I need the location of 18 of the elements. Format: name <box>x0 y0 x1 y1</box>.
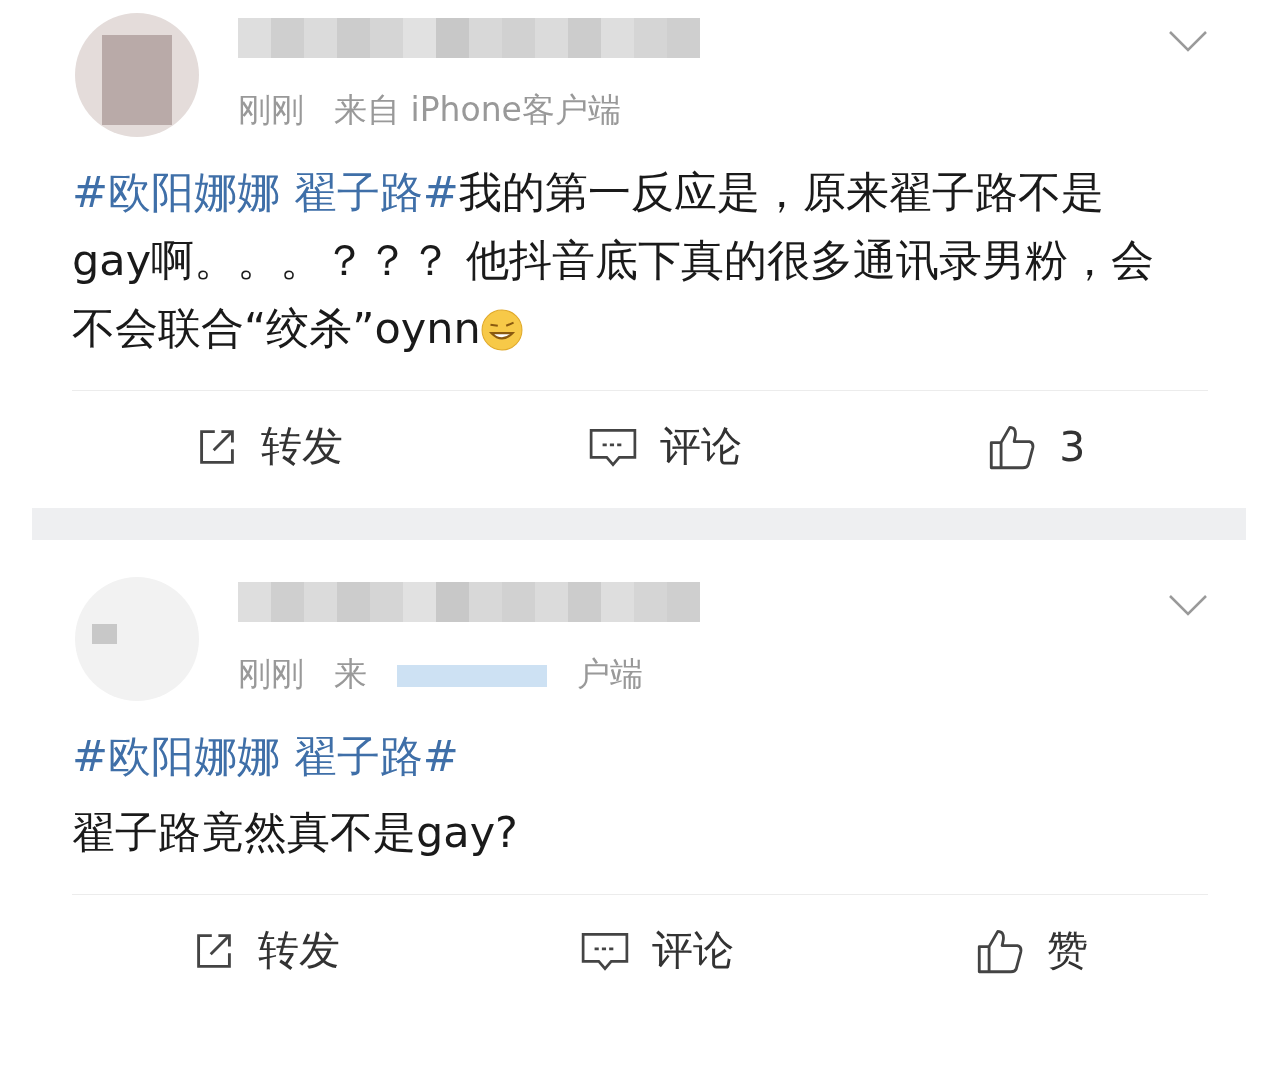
post-text: #欧阳娜娜 翟子路#我的第一反应是，原来翟子路不是gay啊。。。？？？ 他抖音底下真的很多通讯录男粉，会不会联合“绞杀”oynn <box>72 166 1155 355</box>
chevron-down-icon[interactable] <box>1168 594 1208 616</box>
like-button[interactable]: 3 <box>987 419 1086 474</box>
post-source: 来 <box>334 653 367 695</box>
comment-button[interactable]: 评论 <box>580 923 735 978</box>
topic-link[interactable]: #欧阳娜娜 翟子路# <box>72 731 459 781</box>
post-text: 翟子路竟然真不是gay? <box>72 806 519 859</box>
repost-button[interactable]: 转发 <box>194 419 343 474</box>
post-time: 刚刚 <box>238 653 304 695</box>
post-time: 刚刚 <box>238 89 304 131</box>
repost-button[interactable]: 转发 <box>192 923 341 978</box>
grin-emoji-icon <box>480 309 523 351</box>
like-button[interactable]: 赞 <box>974 923 1088 978</box>
post-source: 户端 <box>577 653 643 695</box>
post-source: 来自 iPhone客户端 <box>334 89 621 131</box>
topic-link[interactable]: #欧阳娜娜 翟子路# <box>72 167 459 217</box>
chevron-down-icon[interactable] <box>1168 30 1208 52</box>
comment-button[interactable]: 评论 <box>587 419 742 474</box>
